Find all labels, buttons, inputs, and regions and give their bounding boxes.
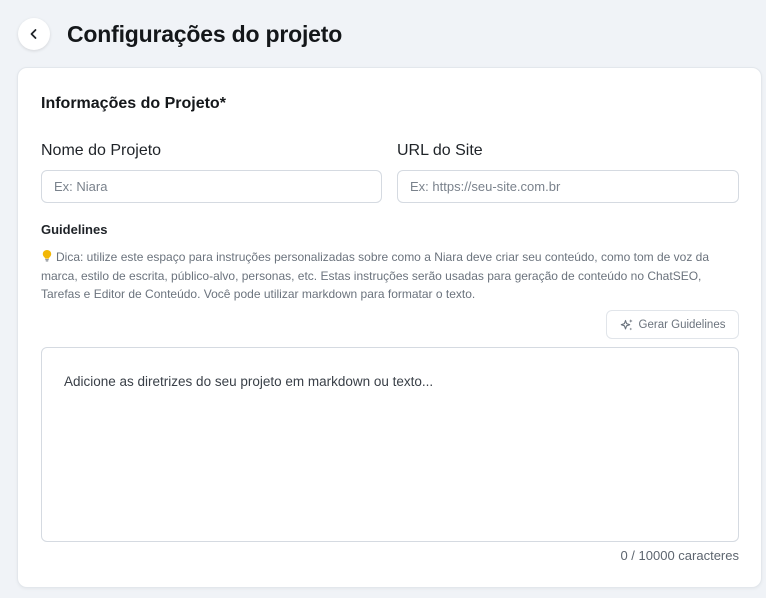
site-url-label: URL do Site bbox=[397, 142, 483, 159]
chevron-left-icon bbox=[30, 29, 37, 39]
lightbulb-icon bbox=[42, 250, 52, 262]
page-title: Configurações do projeto bbox=[67, 20, 343, 47]
project-settings-card: Informações do Projeto* Nome do Projeto … bbox=[17, 67, 762, 588]
section-title: Informações do Projeto* bbox=[41, 95, 226, 112]
page-header: Configurações do projeto bbox=[18, 18, 342, 50]
generate-guidelines-button[interactable]: Gerar Guidelines bbox=[606, 310, 739, 339]
generate-guidelines-label: Gerar Guidelines bbox=[638, 318, 726, 331]
project-name-label: Nome do Projeto bbox=[41, 142, 162, 159]
guidelines-label: Guidelines bbox=[41, 222, 108, 237]
guidelines-textarea[interactable] bbox=[41, 347, 739, 542]
sparkles-icon bbox=[620, 318, 633, 330]
back-button[interactable] bbox=[18, 18, 50, 50]
guidelines-tip: Dica: utilize este espaço para instruçõe… bbox=[41, 248, 741, 304]
site-url-input[interactable] bbox=[397, 170, 739, 203]
character-count: 0 / 10000 caracteres bbox=[620, 548, 739, 563]
project-name-input[interactable] bbox=[41, 170, 382, 203]
guidelines-tip-text: Dica: utilize este espaço para instruçõe… bbox=[41, 250, 710, 301]
